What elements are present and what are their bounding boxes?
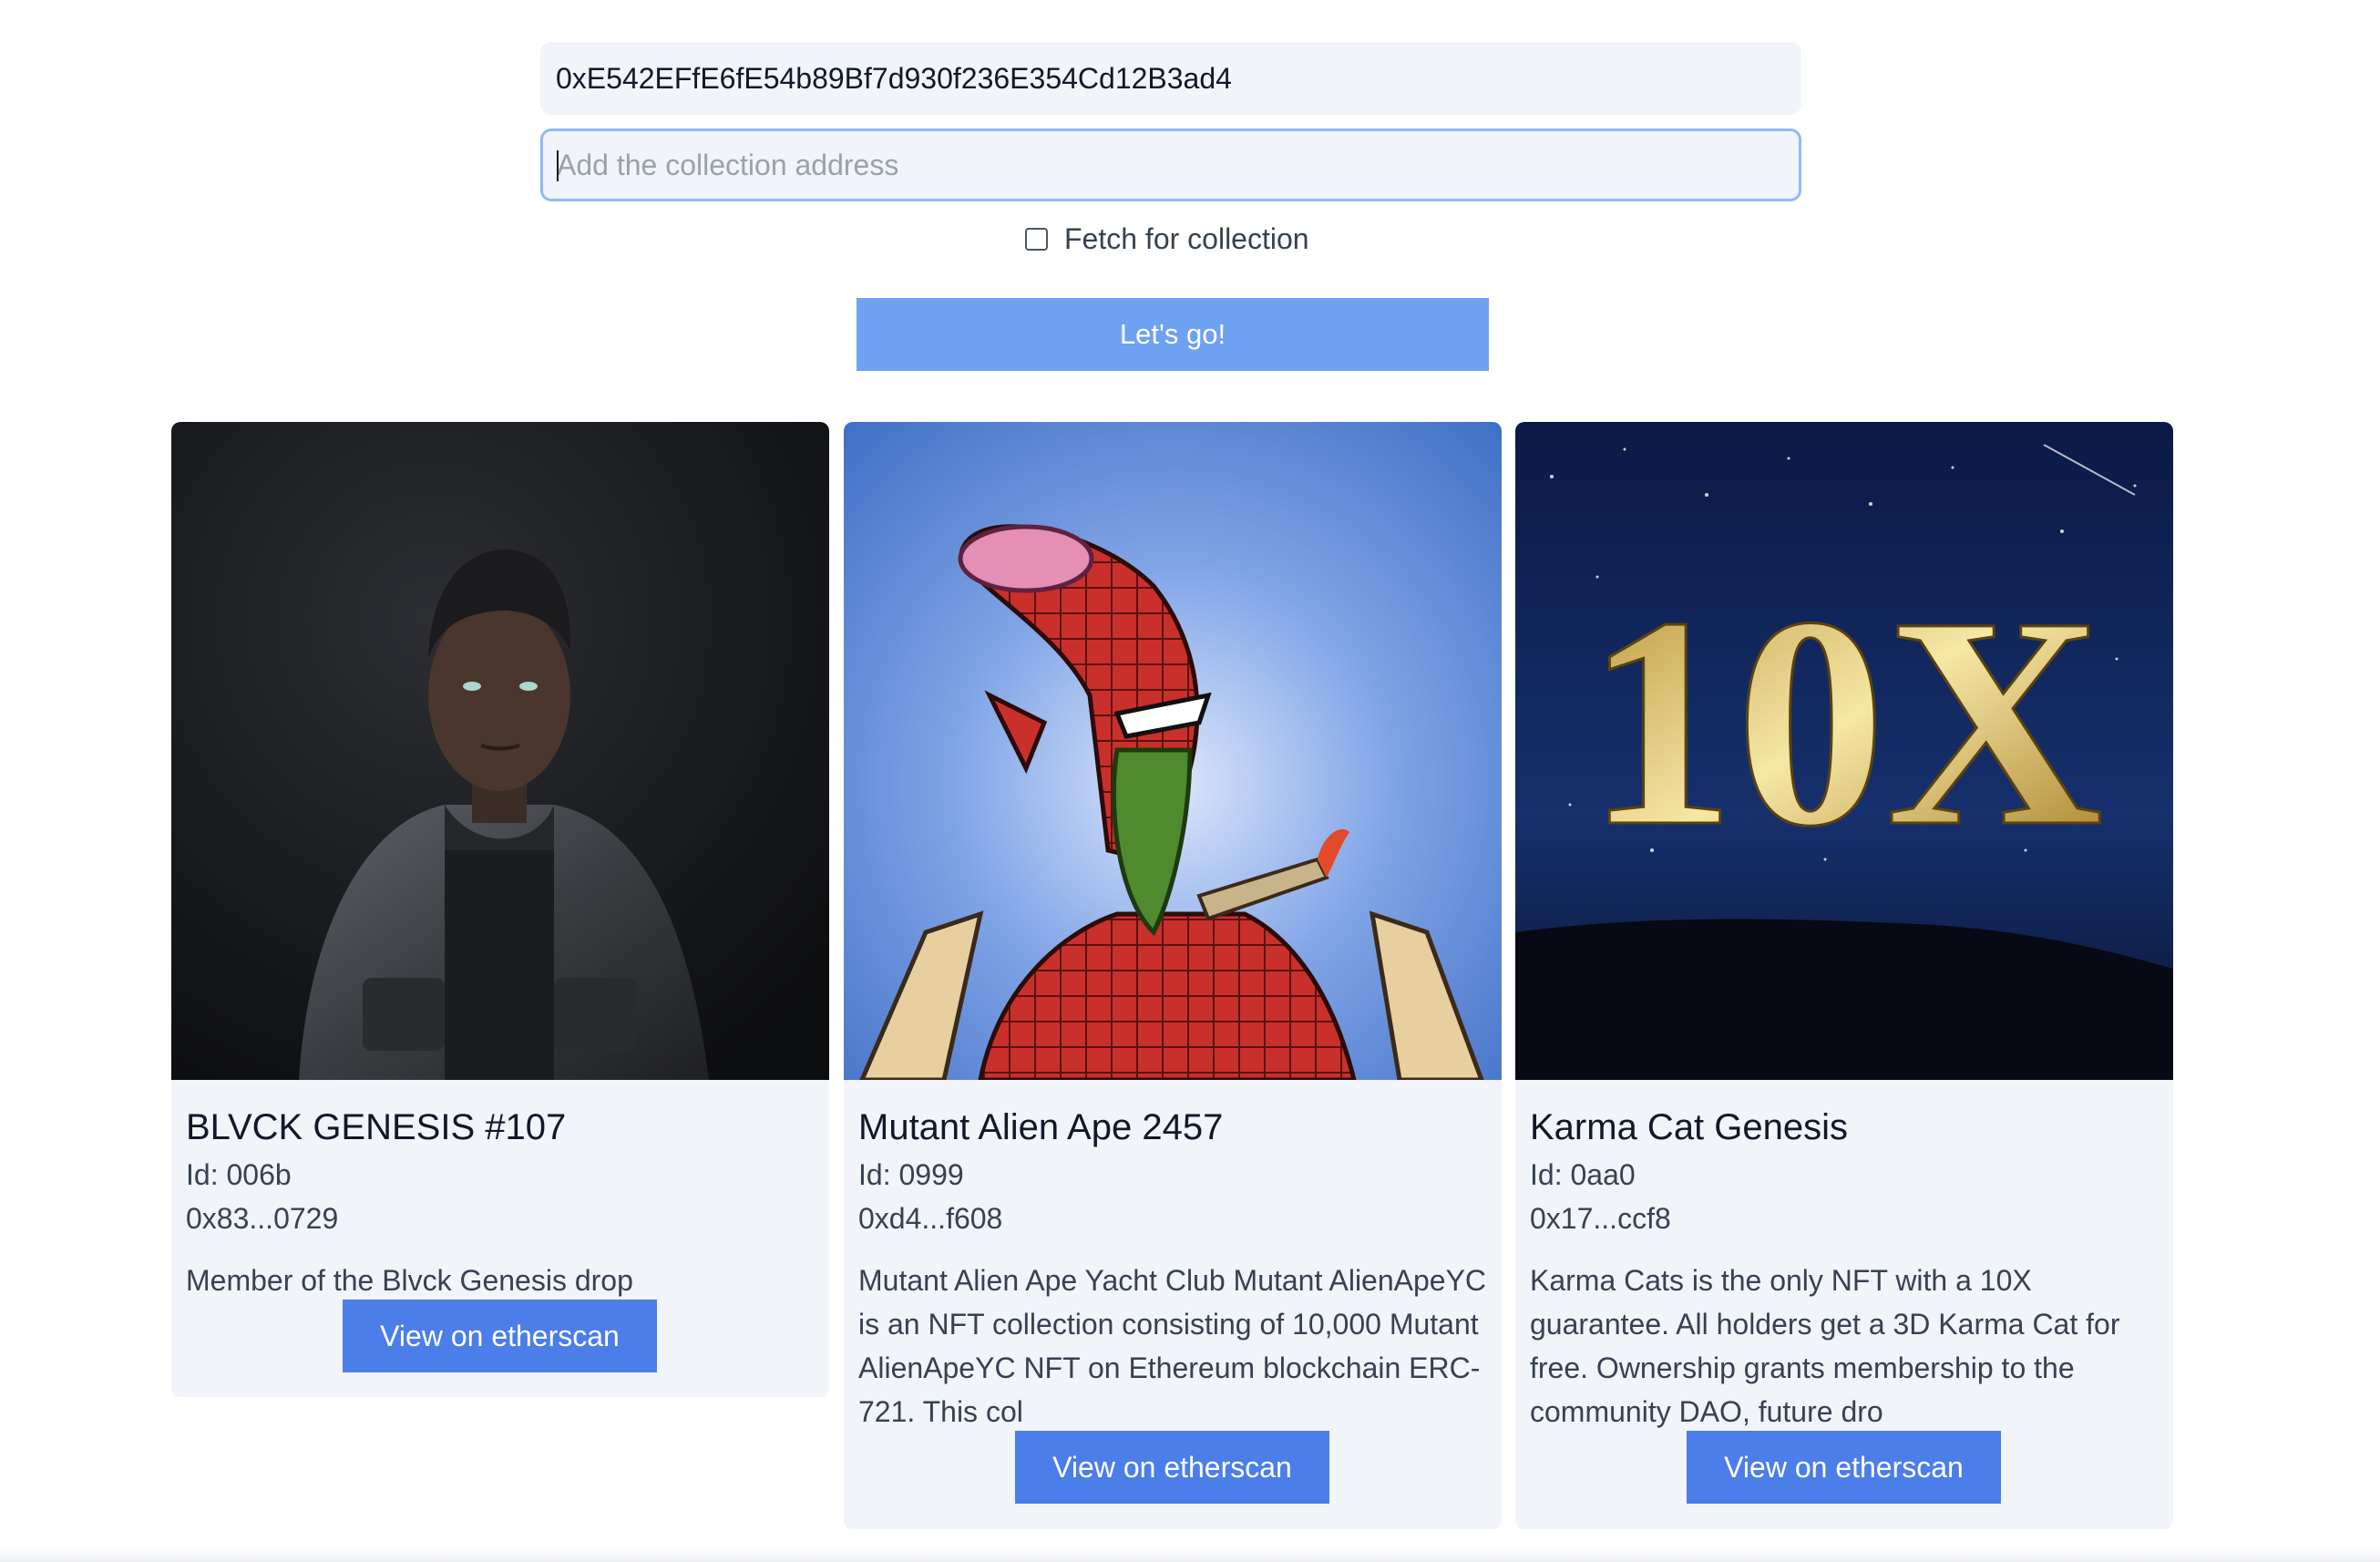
wallet-address-input[interactable] bbox=[540, 42, 1801, 115]
view-on-etherscan-button[interactable]: View on etherscan bbox=[1015, 1431, 1329, 1504]
collection-address-input[interactable] bbox=[540, 128, 1801, 201]
nft-title: Karma Cat Genesis bbox=[1530, 1107, 1849, 1147]
fetch-collection-option[interactable]: Fetch for collection bbox=[1025, 222, 1309, 256]
text-cursor bbox=[557, 150, 559, 181]
nft-card: 10X Karma Cat Genesis Id: 0aa0 0x17...cc… bbox=[1515, 422, 2173, 1529]
nft-description: Mutant Alien Ape Yacht Club Mutant Alien… bbox=[858, 1264, 1487, 1428]
nft-token-id: Id: 0aa0 bbox=[1530, 1158, 1636, 1191]
lets-go-button[interactable]: Let's go! bbox=[857, 298, 1489, 371]
nft-card: Mutant Alien Ape 2457 Id: 0999 0xd4...f6… bbox=[844, 422, 1502, 1529]
nft-image-blvck-genesis bbox=[171, 422, 829, 1080]
nft-title: BLVCK GENESIS #107 bbox=[186, 1107, 567, 1147]
nft-description: Member of the Blvck Genesis drop bbox=[186, 1264, 633, 1297]
nft-image-mutant-alien-ape bbox=[844, 422, 1502, 1080]
view-on-etherscan-button[interactable]: View on etherscan bbox=[1687, 1431, 2001, 1504]
nft-image-text: 10X bbox=[1585, 556, 2103, 889]
nft-token-id: Id: 006b bbox=[186, 1158, 292, 1191]
page-bottom-edge bbox=[0, 1549, 2380, 1562]
nft-image-karma-cat: 10X bbox=[1515, 422, 2173, 1080]
nft-description: Karma Cats is the only NFT with a 10X gu… bbox=[1530, 1264, 2120, 1428]
nft-title: Mutant Alien Ape 2457 bbox=[858, 1107, 1224, 1147]
nft-contract-address: 0x83...0729 bbox=[186, 1202, 339, 1235]
nft-contract-address: 0x17...ccf8 bbox=[1530, 1202, 1671, 1235]
view-on-etherscan-button[interactable]: View on etherscan bbox=[343, 1300, 657, 1372]
nft-contract-address: 0xd4...f608 bbox=[858, 1202, 1003, 1235]
nft-card: BLVCK GENESIS #107 Id: 006b 0x83...0729 … bbox=[171, 422, 829, 1397]
fetch-collection-label[interactable]: Fetch for collection bbox=[1064, 222, 1309, 256]
nft-token-id: Id: 0999 bbox=[858, 1158, 964, 1191]
fetch-collection-checkbox[interactable] bbox=[1025, 228, 1048, 251]
